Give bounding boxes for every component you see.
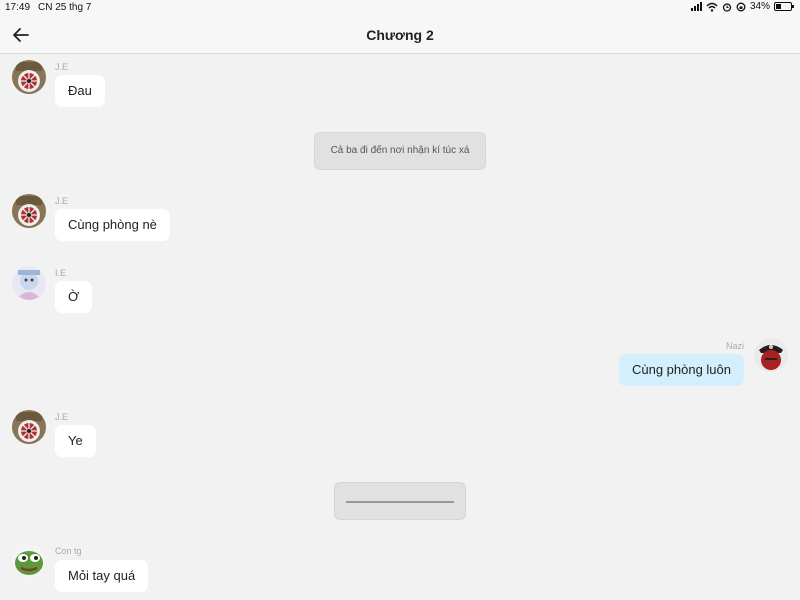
- message-bubble-self: Cùng phòng luôn: [618, 354, 744, 386]
- avatar-je: [12, 194, 46, 228]
- signal-icon: [690, 2, 702, 11]
- sender-name: Con tg: [55, 546, 82, 556]
- message-bubble: Mỏi tay quá: [55, 560, 149, 592]
- battery-percent: 34%: [749, 1, 770, 12]
- sender-name: J.E: [55, 196, 69, 206]
- chapter-title: Chương 2: [366, 27, 434, 43]
- sender-name: Nazi: [725, 341, 744, 351]
- narration-box: [334, 482, 466, 520]
- battery-icon: [774, 2, 794, 11]
- status-icons: 34%: [690, 1, 794, 12]
- status-bar: 17:49 CN 25 thg 7 34%: [0, 0, 800, 16]
- avatar-con-tg: [12, 544, 46, 578]
- message-bubble: Ye: [55, 425, 96, 457]
- message-bubble: Cùng phòng nè: [55, 209, 170, 241]
- sender-name: I.E: [55, 268, 67, 278]
- avatar-nazi: [754, 338, 788, 372]
- status-time: 17:49: [5, 2, 31, 13]
- avatar-je: [12, 60, 46, 94]
- avatar-ie: [12, 266, 46, 300]
- divider-line: [346, 501, 454, 503]
- sender-name: J.E: [55, 412, 69, 422]
- avatar-je: [12, 410, 46, 444]
- message-bubble: Đau: [55, 75, 105, 107]
- status-date: CN 25 thg 7: [38, 2, 92, 13]
- alarm-icon: [722, 2, 732, 12]
- wifi-icon: [706, 2, 718, 12]
- sender-name: J.E: [55, 62, 69, 72]
- chapter-header: Chương 2: [0, 16, 800, 54]
- rotation-lock-icon: [736, 2, 746, 11]
- narration-box: Cả ba đi đến nơi nhận kí túc xá: [314, 132, 486, 170]
- message-bubble: Ờ: [55, 281, 93, 313]
